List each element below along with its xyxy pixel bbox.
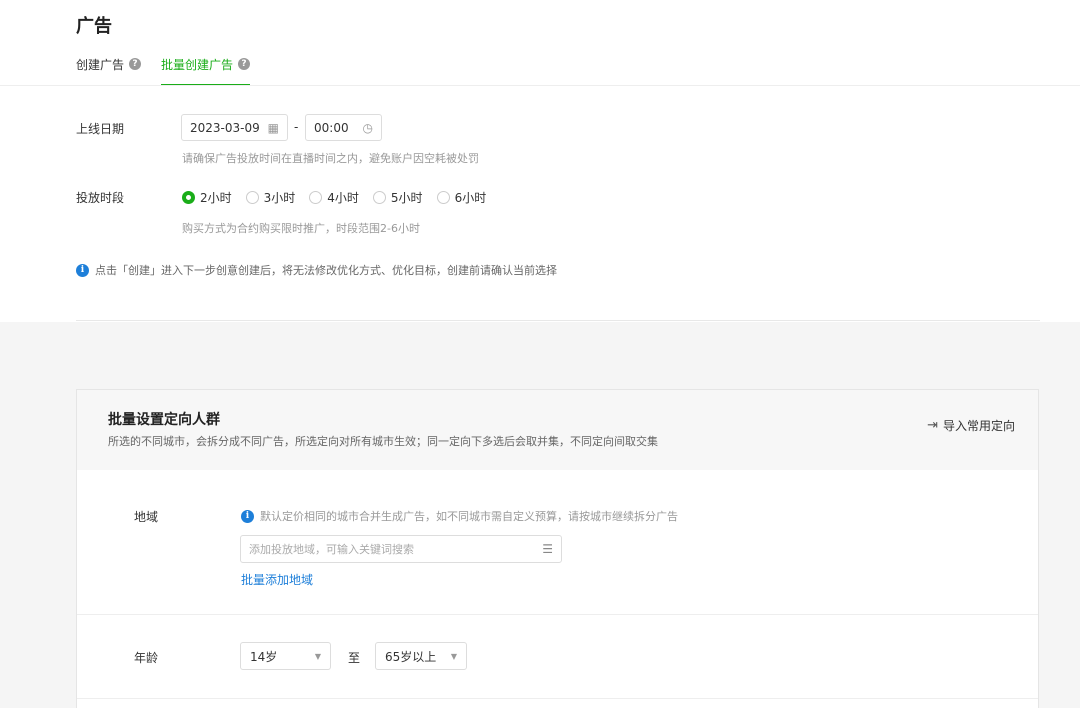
row-divider <box>77 698 1038 699</box>
targeting-title: 批量设置定向人群 <box>108 412 220 428</box>
info-icon: i <box>76 263 89 277</box>
slot-hint: 购买方式为合约购买限时推广，时段范围2-6小时 <box>182 222 420 235</box>
region-hint: i 默认定价相同的城市合并生成广告，如不同城市需自定义预算，请按城市继续拆分广告 <box>241 508 678 524</box>
age-to-select[interactable]: 65岁以上 ▼ <box>375 642 467 670</box>
help-icon[interactable]: ? <box>129 58 142 70</box>
region-search-input[interactable]: 添加投放地域，可输入关键词搜索 ☰ <box>240 535 562 563</box>
chevron-down-icon: ▼ <box>450 651 457 661</box>
targeting-desc: 所选的不同城市，会拆分成不同广告，所选定向对所有城市生效；同一定向下多选后会取并… <box>108 435 658 448</box>
create-notice: i 点击「创建」进入下一步创意创建后，将无法修改优化方式、优化目标，创建前请确认… <box>76 262 557 278</box>
radio-dot <box>372 191 386 204</box>
region-hint-text: 默认定价相同的城市合并生成广告，如不同城市需自定义预算，请按城市继续拆分广告 <box>260 510 678 523</box>
date-value: 2023-03-09 <box>190 120 260 135</box>
slot-option-2h[interactable]: 2小时 <box>182 189 232 206</box>
slot-option-4h[interactable]: 4小时 <box>309 189 359 206</box>
region-label: 地域 <box>134 510 159 524</box>
age-to-value: 65岁以上 <box>385 649 437 664</box>
slot-option-3h[interactable]: 3小时 <box>245 189 295 206</box>
age-from-select[interactable]: 14岁 ▼ <box>240 642 331 670</box>
slot-option-5h[interactable]: 5小时 <box>372 189 423 206</box>
tab-label: 批量创建广告 <box>161 58 234 72</box>
radio-dot <box>245 191 259 204</box>
tab-label: 创建广告 <box>76 58 125 72</box>
import-icon: ⇥ <box>927 418 938 433</box>
launch-date-hint: 请确保广告投放时间在直播时间之内，避免账户因空耗被处罚 <box>182 152 479 165</box>
bulk-add-region-link[interactable]: 批量添加地域 <box>241 571 313 588</box>
row-divider <box>77 614 1038 615</box>
slot-option-6h[interactable]: 6小时 <box>436 189 486 206</box>
list-icon[interactable]: ☰ <box>542 542 553 556</box>
age-from-value: 14岁 <box>250 649 278 664</box>
age-to-label: 至 <box>348 651 361 665</box>
calendar-icon: ▦ <box>267 120 279 135</box>
targeting-card: 批量设置定向人群 所选的不同城市，会拆分成不同广告，所选定向对所有城市生效；同一… <box>76 389 1039 708</box>
radio-dot <box>309 191 323 204</box>
radio-dot <box>436 191 450 204</box>
age-label: 年龄 <box>134 651 159 665</box>
page-title: 广告 <box>76 16 112 37</box>
launch-date-label: 上线日期 <box>76 122 125 136</box>
top-panel: 广告 创建广告 ? 批量创建广告 ? 上线日期 2023-03-09 ▦ - 0… <box>0 0 1080 322</box>
region-placeholder: 添加投放地域，可输入关键词搜索 <box>249 543 414 556</box>
time-picker[interactable]: 00:00 ◷ <box>305 114 382 141</box>
tabs-divider <box>0 85 1080 86</box>
slot-label: 投放时段 <box>76 191 125 205</box>
notice-text: 点击「创建」进入下一步创意创建后，将无法修改优化方式、优化目标，创建前请确认当前… <box>95 264 557 277</box>
chevron-down-icon: ▼ <box>314 651 321 661</box>
info-icon: i <box>241 509 254 523</box>
slot-radio-group: 2小时 3小时 4小时 5小时 6小时 <box>182 189 500 206</box>
tab-bar: 创建广告 ? 批量创建广告 ? <box>76 56 270 86</box>
targeting-card-header: 批量设置定向人群 所选的不同城市，会拆分成不同广告，所选定向对所有城市生效；同一… <box>77 390 1038 470</box>
time-value: 00:00 <box>314 120 349 135</box>
tab-create-ad[interactable]: 创建广告 ? <box>76 56 142 86</box>
section-divider <box>76 320 1040 321</box>
clock-icon: ◷ <box>362 120 373 135</box>
date-picker[interactable]: 2023-03-09 ▦ <box>181 114 288 141</box>
help-icon[interactable]: ? <box>238 58 251 70</box>
tab-bulk-create-ad[interactable]: 批量创建广告 ? <box>161 56 251 86</box>
date-time-separator: - <box>294 120 299 134</box>
radio-dot <box>182 191 195 204</box>
import-label: 导入常用定向 <box>942 419 1015 433</box>
import-targeting-button[interactable]: ⇥ 导入常用定向 <box>927 417 1015 434</box>
